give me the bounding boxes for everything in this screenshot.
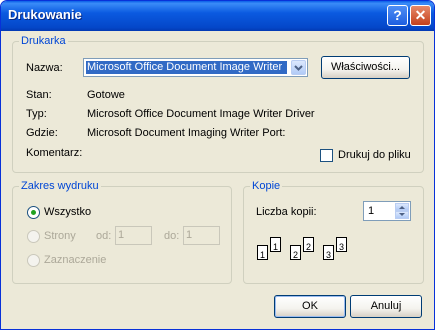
chevron-down-icon	[294, 65, 303, 71]
chevron-down-icon	[399, 213, 405, 216]
help-button[interactable]: ?	[387, 5, 408, 26]
print-range-group-label: Zakres wydruku	[19, 180, 101, 193]
title-bar[interactable]: Drukowanie ? ✕	[1, 1, 434, 31]
range-all-label[interactable]: Wszystko	[44, 206, 91, 219]
range-all-radio[interactable]	[27, 206, 40, 219]
collate-page: 3	[336, 237, 347, 252]
from-input-value: 1	[118, 229, 125, 241]
printer-name-select[interactable]: Microsoft Office Document Image Writer	[83, 58, 308, 77]
dropdown-button[interactable]	[291, 60, 306, 75]
ok-button[interactable]: OK	[274, 295, 346, 318]
collate-page: 2	[290, 245, 301, 260]
print-to-file-checkbox[interactable]	[320, 149, 333, 162]
where-value: Microsoft Document Imaging Writer Port:	[87, 127, 286, 139]
collate-page: 1	[270, 237, 281, 252]
properties-button-label: Właściwości...	[330, 61, 401, 73]
status-label: Stan:	[26, 89, 52, 101]
collate-page: 2	[303, 237, 314, 252]
range-selection-label[interactable]: Zaznaczenie	[44, 254, 106, 267]
dialog-title: Drukowanie	[8, 7, 82, 22]
printer-name-label: Nazwa:	[26, 62, 63, 74]
copies-count-value: 1	[368, 205, 375, 217]
copies-count-label: Liczba kopii:	[256, 206, 317, 218]
print-dialog: Drukowanie ? ✕ Drukarka Nazwa: Microsoft…	[0, 0, 435, 330]
from-input[interactable]: 1	[115, 226, 152, 245]
to-input[interactable]: 1	[183, 226, 220, 245]
range-pages-radio[interactable]	[27, 230, 40, 243]
collate-page: 1	[257, 245, 268, 260]
copies-group-label: Kopie	[250, 180, 283, 193]
comment-label: Komentarz:	[26, 147, 83, 159]
cancel-button[interactable]: Anuluj	[350, 295, 422, 318]
print-to-file-label[interactable]: Drukuj do pliku	[338, 149, 411, 162]
type-value: Microsoft Office Document Image Writer D…	[87, 108, 315, 120]
chevron-up-icon	[399, 206, 405, 209]
spinner-up-button[interactable]	[395, 203, 409, 211]
from-label: od:	[96, 230, 112, 242]
range-selection-radio[interactable]	[27, 254, 40, 267]
copies-count-spinner[interactable]: 1	[363, 201, 411, 221]
radio-selected-dot	[31, 210, 36, 215]
collate-page: 3	[323, 245, 334, 260]
help-icon: ?	[393, 7, 402, 23]
printer-group-label: Drukarka	[19, 35, 68, 48]
cancel-button-label: Anuluj	[370, 300, 402, 312]
range-pages-label[interactable]: Strony	[44, 230, 76, 243]
status-value: Gotowe	[87, 89, 125, 101]
to-label: do:	[164, 230, 180, 242]
close-button[interactable]: ✕	[410, 5, 431, 26]
to-input-value: 1	[186, 229, 193, 241]
ok-button-label: OK	[302, 300, 318, 312]
close-icon: ✕	[414, 7, 427, 23]
properties-button[interactable]: Właściwości...	[321, 56, 410, 79]
printer-name-value: Microsoft Office Document Image Writer	[86, 61, 287, 74]
type-label: Typ:	[26, 108, 47, 120]
spinner-down-button[interactable]	[395, 211, 409, 219]
where-label: Gdzie:	[26, 127, 58, 139]
